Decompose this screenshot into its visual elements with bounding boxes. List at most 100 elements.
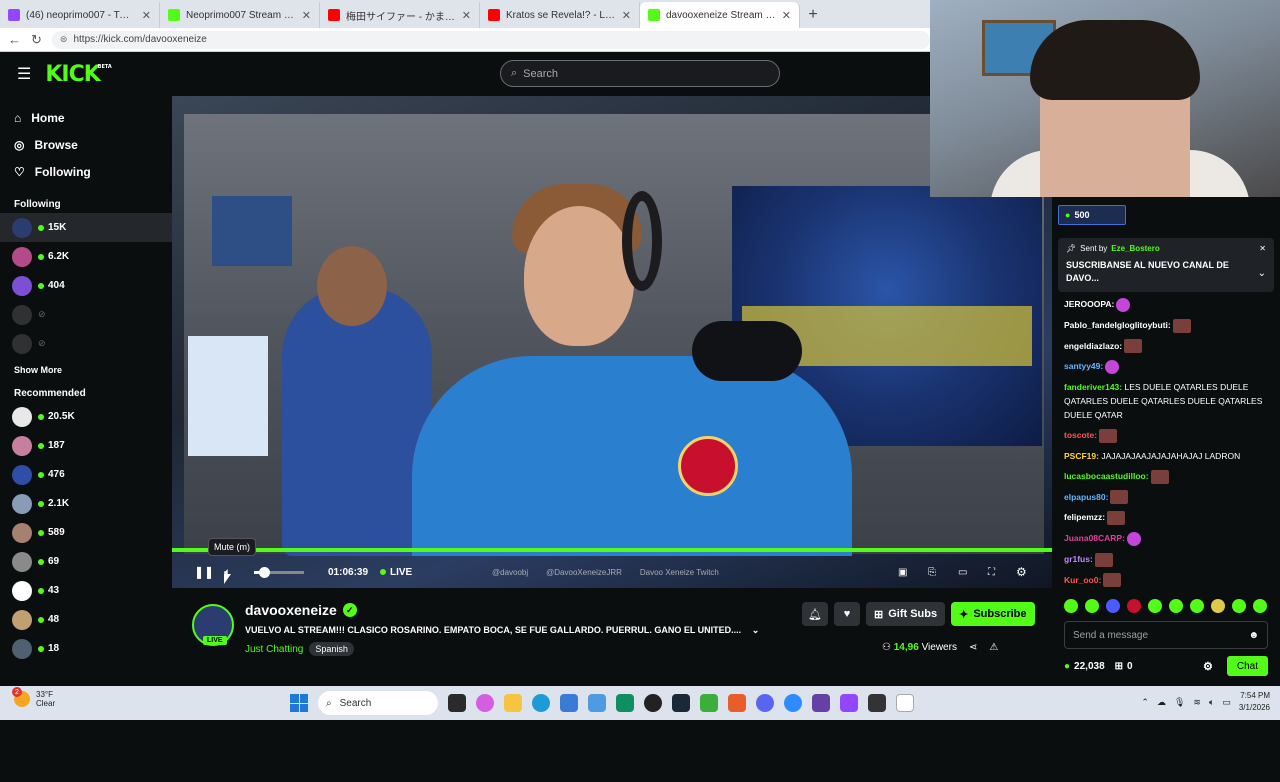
- channel-item[interactable]: AltarwynJust Chatting18: [0, 634, 1052, 782]
- emote-3[interactable]: [1106, 599, 1120, 613]
- app-icon[interactable]: [616, 694, 634, 712]
- channel-item[interactable]: LaParceAmong Us404: [0, 271, 1052, 782]
- browser-tab[interactable]: Kratos se Revela!? - La Historia ✕: [480, 2, 640, 28]
- streamer-name[interactable]: davooxeneize: [245, 602, 337, 618]
- sidebar-item-browse[interactable]: ◎ Browse: [14, 131, 172, 158]
- app-icon-4[interactable]: [868, 694, 886, 712]
- close-tab-icon[interactable]: ✕: [142, 9, 151, 22]
- follow-button[interactable]: ♥: [834, 602, 860, 626]
- chat-username[interactable]: fanderiver143:: [1064, 382, 1122, 392]
- tray-expand-icon[interactable]: ⌃: [1141, 697, 1149, 708]
- menu-icon[interactable]: ☰: [17, 64, 31, 84]
- store-icon[interactable]: [560, 694, 578, 712]
- channel-item[interactable]: kreationXArt43: [0, 576, 1052, 782]
- browser-tab[interactable]: Neoprimo007 Stream - Watch Live ✕: [160, 2, 320, 28]
- pinned-message[interactable]: 📌︎ Sent by Eze_Bostero ✕ SUSCRIBANSE AL …: [1058, 238, 1274, 292]
- expand-title-icon[interactable]: ⌄: [752, 625, 760, 635]
- channel-item[interactable]: TJRJust Chatting20.5K: [0, 402, 1052, 782]
- mic-icon[interactable]: 🎙︎: [1174, 697, 1185, 708]
- xbox-icon[interactable]: [700, 694, 718, 712]
- chat-settings-icon[interactable]: ⚙: [1203, 660, 1213, 673]
- chat-username[interactable]: Juana08CARP:: [1064, 533, 1125, 543]
- channel-item[interactable]: schneckyirlSlots & Casino2.1K: [0, 489, 1052, 782]
- pinned-user[interactable]: Eze_Bostero: [1111, 244, 1159, 253]
- chat-username[interactable]: santyy49:: [1064, 361, 1103, 371]
- video-player[interactable]: Mute (m) ❚❚ 🔈︎ 01:06:39 LIVE ▣ ⎘ ▭ ⛶ ⚙ @…: [172, 96, 1052, 588]
- emoji-icon[interactable]: ☻: [1248, 630, 1259, 641]
- emote-8[interactable]: [1211, 599, 1225, 613]
- fullscreen-icon[interactable]: ⛶: [988, 560, 995, 584]
- chat-username[interactable]: JEROOOPA:: [1064, 299, 1114, 309]
- channel-item[interactable]: shortypieJust Chatting69: [0, 547, 1052, 782]
- chat-input[interactable]: Send a message ☻: [1064, 621, 1268, 649]
- steam-icon[interactable]: [672, 694, 690, 712]
- clock[interactable]: 7:54 PM 3/1/2026: [1239, 690, 1270, 714]
- emote-5[interactable]: [1148, 599, 1162, 613]
- chat-username[interactable]: gr1fus:: [1064, 554, 1093, 564]
- speaker-icon[interactable]: 🔈︎: [1209, 697, 1214, 708]
- emote-6[interactable]: [1169, 599, 1183, 613]
- url-field[interactable]: ⊜ https://kick.com/davooxeneize: [51, 30, 930, 49]
- channel-item[interactable]: lifeismizzyJust Chatting187: [0, 431, 1052, 782]
- sidebar-item-following[interactable]: ♡ Following: [14, 158, 172, 185]
- category-link[interactable]: Just Chatting: [245, 644, 303, 655]
- channel-points[interactable]: ● 22,038: [1064, 661, 1105, 672]
- share-icon[interactable]: ⋖: [969, 642, 977, 653]
- reload-icon[interactable]: ↻: [31, 32, 42, 48]
- send-chat-button[interactable]: Chat: [1226, 656, 1268, 676]
- unpin-icon[interactable]: ✕: [1259, 244, 1266, 253]
- theater-icon[interactable]: ▭: [958, 560, 967, 584]
- file-explorer-icon[interactable]: [504, 694, 522, 712]
- emote-2[interactable]: [1085, 599, 1099, 613]
- sidebar-item-home[interactable]: ⌂ Home: [14, 104, 172, 131]
- pause-icon[interactable]: ❚❚: [194, 560, 214, 584]
- gift-subs-button[interactable]: ⊞ Gift Subs: [866, 602, 946, 626]
- emote-10[interactable]: [1253, 599, 1267, 613]
- close-tab-icon[interactable]: ✕: [782, 9, 791, 22]
- obs-icon[interactable]: [644, 694, 662, 712]
- start-button[interactable]: [290, 694, 308, 712]
- edge-icon[interactable]: [532, 694, 550, 712]
- chat-username[interactable]: elpapus80:: [1064, 492, 1108, 502]
- taskbar-search[interactable]: ⌕ Search: [318, 691, 438, 715]
- onedrive-icon[interactable]: ☁: [1157, 697, 1166, 708]
- report-icon[interactable]: ⚠: [989, 642, 998, 653]
- channel-item[interactable]: Romerosromero⊘: [0, 300, 1052, 782]
- search-input[interactable]: ⌕ Search: [500, 60, 780, 87]
- app-icon-3[interactable]: [840, 694, 858, 712]
- channel-item[interactable]: LarryWheelsJust Chatting589: [0, 518, 1052, 782]
- discord-icon[interactable]: [756, 694, 774, 712]
- volume-slider[interactable]: [254, 560, 304, 584]
- chat-username[interactable]: engeldiazlazo:: [1064, 341, 1122, 351]
- browser-tab[interactable]: 梅田サイファー - かまへん (prod. Cosa ✕: [320, 2, 480, 28]
- weather-widget[interactable]: 2 33°F Clear: [12, 687, 55, 708]
- back-icon[interactable]: ←: [8, 32, 21, 47]
- expand-pinned-icon[interactable]: ⌄: [1258, 268, 1266, 279]
- emote-9[interactable]: [1232, 599, 1246, 613]
- gift-count[interactable]: ⊞ 0: [1115, 661, 1133, 672]
- new-tab-icon[interactable]: +: [800, 2, 826, 28]
- progress-bar[interactable]: [172, 548, 1052, 552]
- app-icon-5[interactable]: [896, 694, 914, 712]
- app-icon-2[interactable]: [728, 694, 746, 712]
- twitch-icon[interactable]: [812, 694, 830, 712]
- browser-tab[interactable]: davooxeneize Stream - Watch ✕: [640, 2, 800, 28]
- task-view-icon[interactable]: [448, 694, 466, 712]
- notification-bell-button[interactable]: 🔔︎: [802, 602, 828, 626]
- kick-logo[interactable]: KICK BETA: [45, 62, 111, 87]
- emote-4[interactable]: [1127, 599, 1141, 613]
- battery-icon[interactable]: ▭: [1222, 697, 1231, 708]
- chat-username[interactable]: felipemzz:: [1064, 512, 1105, 522]
- zoom-icon[interactable]: [784, 694, 802, 712]
- channel-item[interactable]: MascoobsSlots & Casino476: [0, 460, 1052, 782]
- close-tab-icon[interactable]: ✕: [302, 9, 311, 22]
- settings-icon[interactable]: ⚙: [1016, 560, 1027, 584]
- pip-icon[interactable]: ▣: [898, 560, 907, 584]
- close-tab-icon[interactable]: ✕: [622, 9, 631, 22]
- chat-username[interactable]: PSCF19:: [1064, 451, 1099, 461]
- copilot-icon[interactable]: [476, 694, 494, 712]
- subscribe-button[interactable]: ✦ Subscribe: [951, 602, 1035, 626]
- chat-username[interactable]: lucasbocaastudilloo:: [1064, 471, 1149, 481]
- browser-tab[interactable]: (46) neoprimo007 - Twitch ✕: [0, 2, 160, 28]
- show-more-link[interactable]: Show More: [0, 358, 172, 382]
